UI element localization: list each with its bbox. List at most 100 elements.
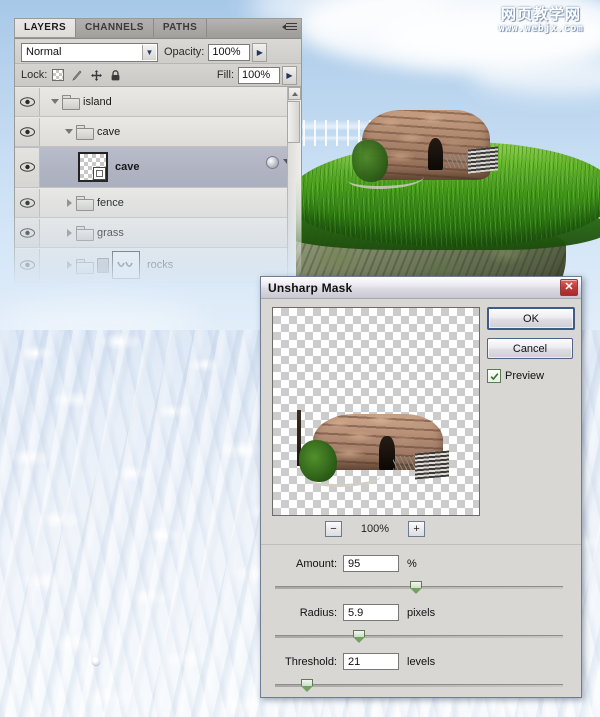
amount-unit: % xyxy=(407,557,417,570)
island-cave-steps xyxy=(468,146,498,174)
radius-control: Radius: 5.9 pixels xyxy=(261,604,581,643)
amount-input[interactable]: 95 xyxy=(343,555,399,572)
threshold-slider[interactable] xyxy=(275,679,563,692)
visibility-toggle-cave-group[interactable] xyxy=(15,117,40,146)
disclosure-triangle-grass[interactable] xyxy=(62,228,76,237)
visibility-toggle-rocks[interactable] xyxy=(15,248,40,282)
scroll-up-icon[interactable] xyxy=(288,87,301,100)
disclosure-triangle-rocks[interactable] xyxy=(62,261,76,269)
layers-scrollbar[interactable] xyxy=(287,87,301,287)
layer-row-rocks[interactable]: rocks xyxy=(15,248,301,283)
lock-image-icon[interactable] xyxy=(70,68,84,82)
radius-slider[interactable] xyxy=(275,630,563,643)
blend-mode-select[interactable]: Normal ▼ xyxy=(21,42,158,62)
layer-row-fence[interactable]: fence xyxy=(15,188,301,218)
disclosure-triangle-fence[interactable] xyxy=(62,198,76,207)
visibility-toggle-island[interactable] xyxy=(15,87,40,116)
visibility-toggle-mist[interactable] xyxy=(15,283,40,287)
threshold-control: Threshold: 21 levels xyxy=(261,653,581,692)
fill-label: Fill: xyxy=(216,69,234,81)
eye-icon xyxy=(19,162,35,172)
amount-slider-thumb[interactable] xyxy=(410,581,423,594)
layer-name-grass: grass xyxy=(97,226,124,239)
opacity-stepper-icon[interactable]: ▶ xyxy=(252,42,268,62)
floating-island-artwork xyxy=(296,108,600,288)
threshold-input[interactable]: 21 xyxy=(343,653,399,670)
folder-icon xyxy=(76,226,94,241)
folder-icon xyxy=(76,196,94,211)
amount-slider[interactable] xyxy=(275,581,563,594)
blend-mode-row: Normal ▼ Opacity: 100% ▶ xyxy=(15,39,301,64)
cancel-button[interactable]: Cancel xyxy=(487,338,573,359)
preview-zoom-controls: − 100% + xyxy=(272,521,478,537)
lock-transparency-icon[interactable] xyxy=(51,68,65,82)
threshold-slider-thumb[interactable] xyxy=(300,679,313,692)
panel-menu-lines-icon xyxy=(286,23,297,32)
lock-label: Lock: xyxy=(21,69,48,81)
zoom-out-button[interactable]: − xyxy=(324,521,342,537)
visibility-toggle-cave[interactable] xyxy=(15,147,40,187)
layer-thumbnail-rocks[interactable] xyxy=(112,251,140,279)
preview-checkbox[interactable] xyxy=(487,369,501,383)
eye-icon xyxy=(19,260,35,270)
amount-label: Amount: xyxy=(296,557,337,570)
threshold-slider-track[interactable] xyxy=(275,684,563,687)
ok-button[interactable]: OK xyxy=(487,307,575,330)
layer-row-mist[interactable]: mist xyxy=(15,283,301,287)
preview-cave-steps xyxy=(415,450,449,480)
threshold-line: Threshold: 21 levels xyxy=(261,653,581,670)
opacity-input[interactable]: 100% xyxy=(208,43,251,61)
threshold-unit: levels xyxy=(407,655,436,668)
tab-channels[interactable]: CHANNELS xyxy=(76,19,154,37)
tab-layers[interactable]: LAYERS xyxy=(15,19,77,37)
preview-cave-artwork xyxy=(297,408,455,487)
layer-row-cave-group[interactable]: cave xyxy=(15,117,301,147)
panel-tab-bar: LAYERS CHANNELS PATHS xyxy=(15,19,301,39)
zoom-in-button[interactable]: + xyxy=(408,521,426,537)
panel-menu-icon[interactable] xyxy=(279,22,297,35)
lock-position-icon[interactable] xyxy=(89,68,103,82)
link-layers-icon[interactable] xyxy=(97,257,109,273)
layer-row-island[interactable]: island xyxy=(15,87,301,117)
eye-icon xyxy=(19,197,35,208)
fill-stepper-icon[interactable]: ▶ xyxy=(282,65,297,85)
visibility-toggle-fence[interactable] xyxy=(15,188,40,217)
layer-style-icon[interactable] xyxy=(266,156,279,169)
radius-line: Radius: 5.9 pixels xyxy=(261,604,581,621)
lock-row: Lock: Fill: 100% ▶ xyxy=(15,64,301,87)
opacity-label: Opacity: xyxy=(164,46,205,58)
chevron-down-icon[interactable]: ▼ xyxy=(142,44,156,60)
layer-name-cave-group: cave xyxy=(97,125,121,138)
dialog-title: Unsharp Mask xyxy=(268,280,353,295)
zoom-level-label: 100% xyxy=(360,523,390,535)
eye-icon xyxy=(19,96,35,107)
screenshot-root: 网页教学网 www.webjx.com LAYERS CHANNELS PATHS … xyxy=(0,0,600,717)
tab-paths[interactable]: PATHS xyxy=(153,19,208,37)
fill-input[interactable]: 100% xyxy=(238,66,280,84)
eye-icon xyxy=(19,126,35,137)
layer-row-grass[interactable]: grass xyxy=(15,218,301,248)
close-icon[interactable]: ✕ xyxy=(560,279,578,296)
eye-icon xyxy=(19,227,35,238)
folder-icon xyxy=(62,95,80,110)
radius-input[interactable]: 5.9 xyxy=(343,604,399,621)
layers-list: island cave cave fence grass rocks xyxy=(15,87,301,287)
threshold-label: Threshold: xyxy=(285,655,337,668)
amount-line: Amount: 95 % xyxy=(261,555,581,572)
lock-all-icon[interactable] xyxy=(108,68,122,82)
layer-row-cave-selected[interactable]: cave xyxy=(15,147,301,188)
disclosure-triangle-island[interactable] xyxy=(48,99,62,104)
scrollbar-thumb[interactable] xyxy=(287,101,300,143)
preview-checkbox-group[interactable]: Preview xyxy=(487,369,544,383)
radius-unit: pixels xyxy=(407,606,436,619)
dialog-title-bar[interactable]: Unsharp Mask ✕ xyxy=(261,277,581,299)
visibility-toggle-grass[interactable] xyxy=(15,218,40,247)
layer-thumbnail-cave[interactable] xyxy=(78,152,108,182)
radius-slider-track[interactable] xyxy=(275,635,563,638)
radius-slider-thumb[interactable] xyxy=(352,630,365,643)
disclosure-triangle-cave-group[interactable] xyxy=(62,129,76,134)
divider xyxy=(261,544,581,545)
dialog-body: − 100% + OK Cancel Preview Amount: 95 % … xyxy=(261,299,581,697)
filter-preview[interactable] xyxy=(272,307,480,516)
layer-name-cave: cave xyxy=(115,161,140,173)
